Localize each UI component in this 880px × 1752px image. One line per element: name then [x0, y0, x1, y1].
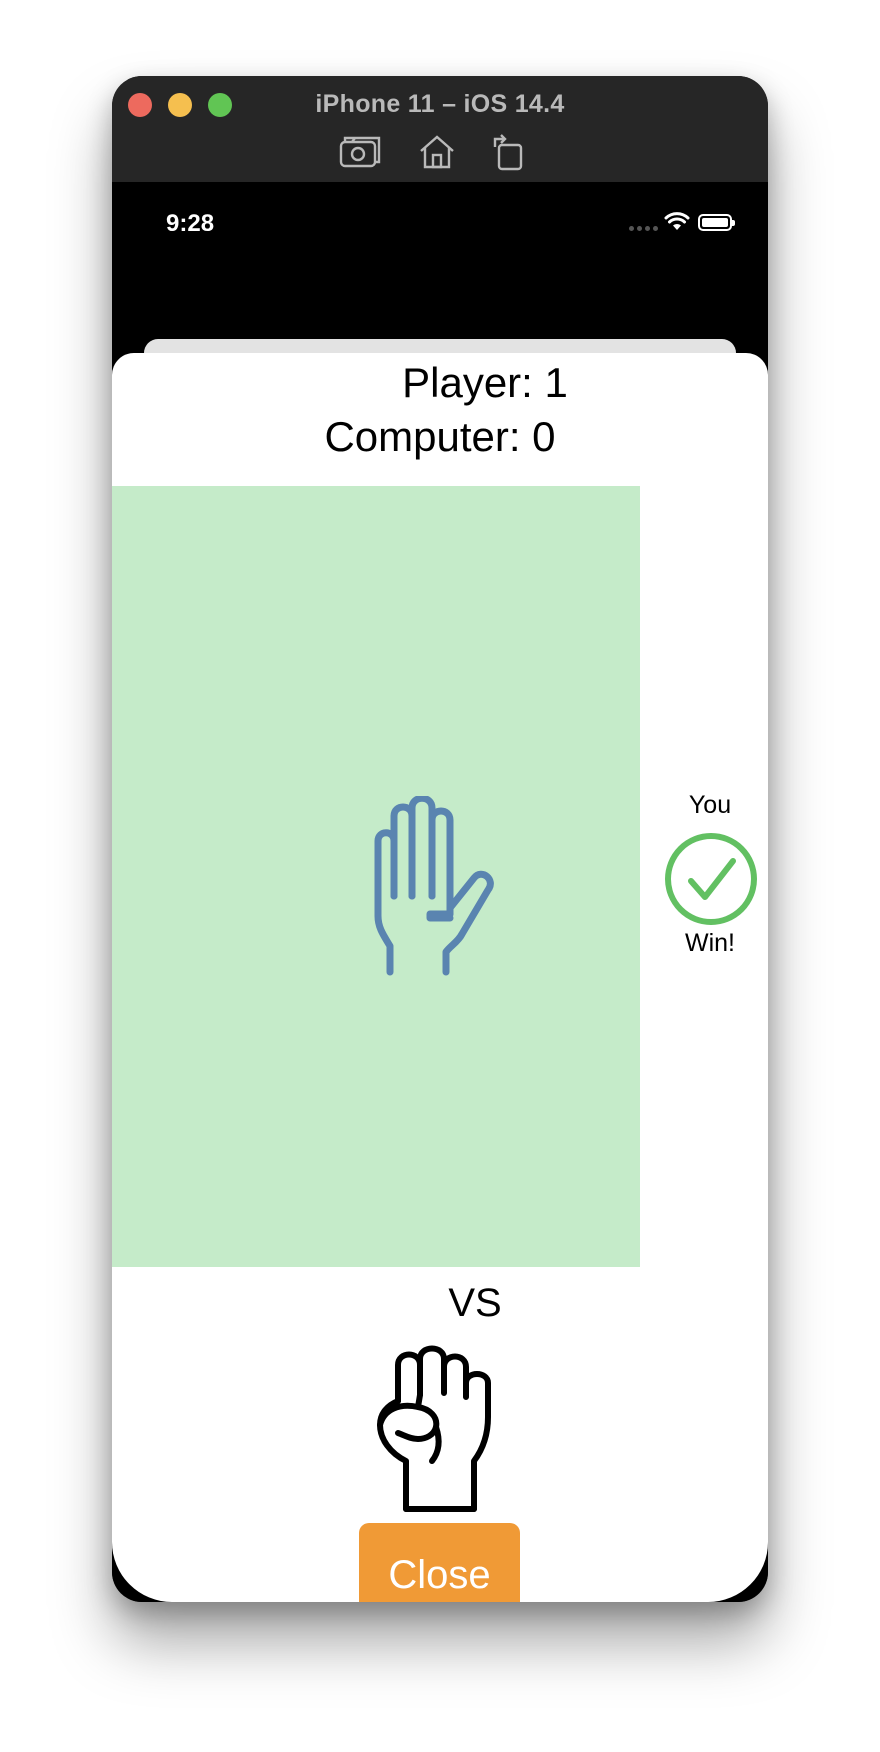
battery-icon	[698, 214, 735, 231]
checkmark-circle-icon	[665, 833, 757, 925]
simulator-titlebar: iPhone 11 – iOS 14.4	[112, 76, 768, 182]
computer-score: Computer: 0	[324, 413, 556, 460]
screenshot-icon[interactable]	[337, 132, 383, 172]
window-title: iPhone 11 – iOS 14.4	[315, 90, 565, 118]
result-you-label: You	[688, 791, 732, 819]
wifi-icon	[664, 212, 690, 237]
rotate-icon[interactable]	[486, 132, 532, 172]
simulator-window: iPhone 11 – iOS 14.4 9:28 Player: 1 Comp…	[112, 76, 768, 1602]
vs-label: VS	[448, 1281, 502, 1325]
rock-fist-icon	[377, 1345, 491, 1512]
result-sheet: Player: 1 Computer: 0 You Win! VS Close	[112, 353, 768, 1602]
paper-hand-icon	[374, 796, 494, 976]
player-score: Player: 1	[402, 359, 568, 406]
cellular-signal-icon	[629, 226, 658, 231]
status-bar: 9:28	[112, 182, 768, 262]
home-icon[interactable]	[414, 132, 460, 172]
result-win-label: Win!	[685, 929, 735, 957]
screen: iPhone 11 – iOS 14.4 9:28 Player: 1 Comp…	[0, 0, 880, 1752]
close-button[interactable]: Close	[359, 1523, 520, 1602]
status-time: 9:28	[166, 210, 215, 237]
player-choice-panel	[112, 486, 640, 1267]
device-screen: 9:28 Player: 1 Computer: 0 You Win! VS C…	[112, 182, 768, 1602]
